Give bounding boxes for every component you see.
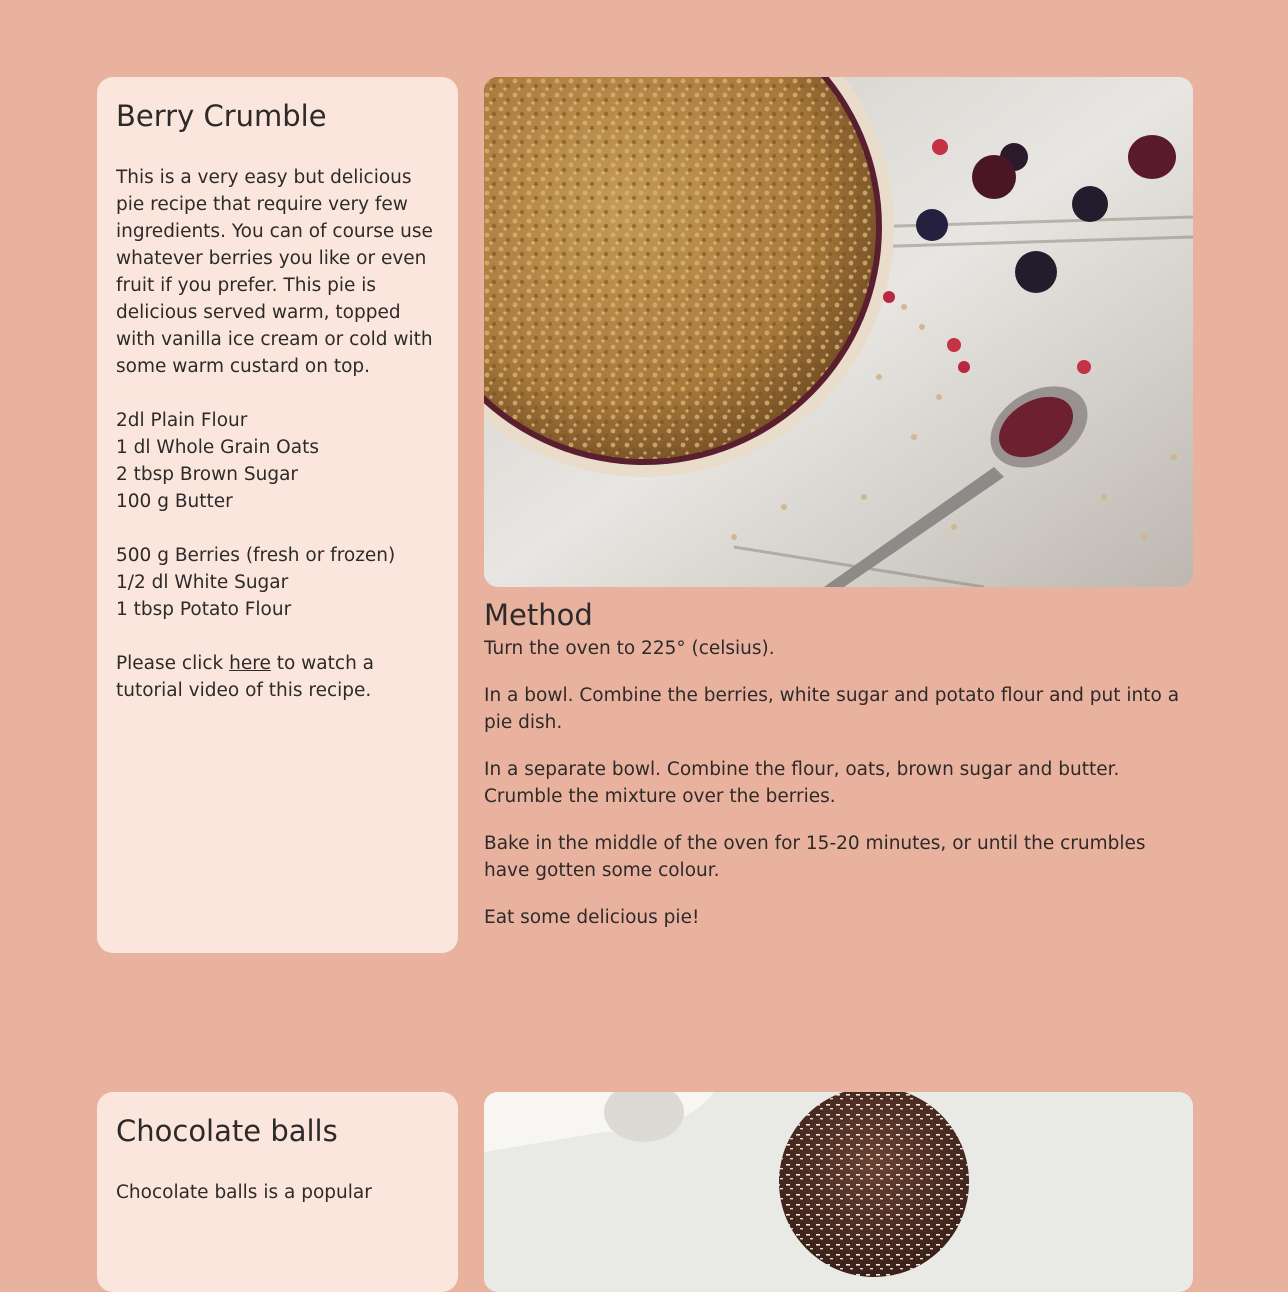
tutorial-text-before: Please click <box>116 653 230 674</box>
recipe-title: Chocolate balls <box>116 1114 338 1148</box>
recipe-title: Berry Crumble <box>116 99 327 133</box>
method-step: In a separate bowl. Combine the flour, o… <box>484 759 1120 807</box>
ingredient-item: 1 tbsp Potato Flour <box>116 599 292 620</box>
method-step: In a bowl. Combine the berries, white su… <box>484 685 1180 733</box>
recipe-intro: Chocolate balls is a popular <box>116 1182 372 1203</box>
ingredient-list-crumble: 2dl Plain Flour 1 dl Whole Grain Oats 2 … <box>116 407 439 515</box>
recipe-intro: This is a very easy but delicious pie re… <box>116 167 433 377</box>
ingredient-item: 1 dl Whole Grain Oats <box>116 437 319 458</box>
recipe-info-card: Chocolate balls Chocolate balls is a pop… <box>97 1092 458 1292</box>
method-step: Turn the oven to 225° (celsius). <box>484 638 775 659</box>
chocolate-balls-photo <box>484 1092 1193 1292</box>
recipe-info-card: Berry Crumble This is a very easy but de… <box>97 77 458 953</box>
ingredient-item: 2dl Plain Flour <box>116 410 248 431</box>
method-step: Bake in the middle of the oven for 15-20… <box>484 833 1146 881</box>
ingredient-item: 2 tbsp Brown Sugar <box>116 464 299 485</box>
tutorial-link[interactable]: here <box>229 653 271 674</box>
ingredient-item: 500 g Berries (fresh or frozen) <box>116 545 396 566</box>
method-step: Eat some delicious pie! <box>484 907 700 928</box>
berry-crumble-photo <box>484 77 1193 587</box>
ingredient-item: 100 g Butter <box>116 491 233 512</box>
method-section: Method Turn the oven to 225° (celsius). … <box>484 595 1193 951</box>
method-heading: Method <box>484 598 593 632</box>
ingredient-list-filling: 500 g Berries (fresh or frozen) 1/2 dl W… <box>116 542 439 623</box>
tutorial-text: Please click here to watch a tutorial vi… <box>116 650 439 704</box>
ingredient-item: 1/2 dl White Sugar <box>116 572 289 593</box>
